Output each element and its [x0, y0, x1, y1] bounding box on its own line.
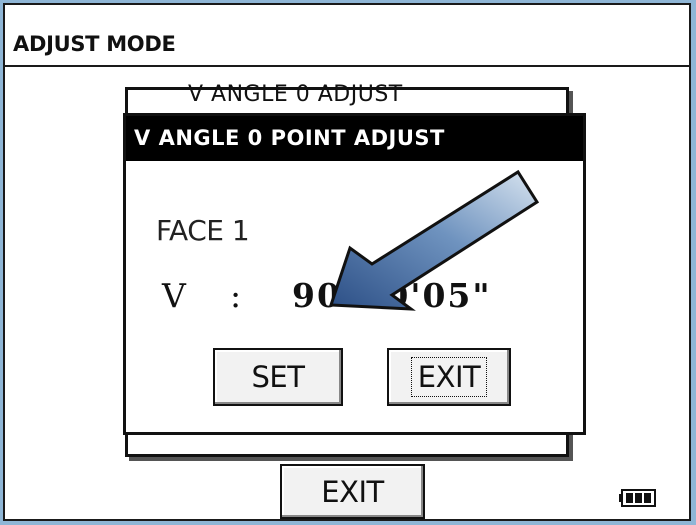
- arrow-icon: [328, 169, 540, 311]
